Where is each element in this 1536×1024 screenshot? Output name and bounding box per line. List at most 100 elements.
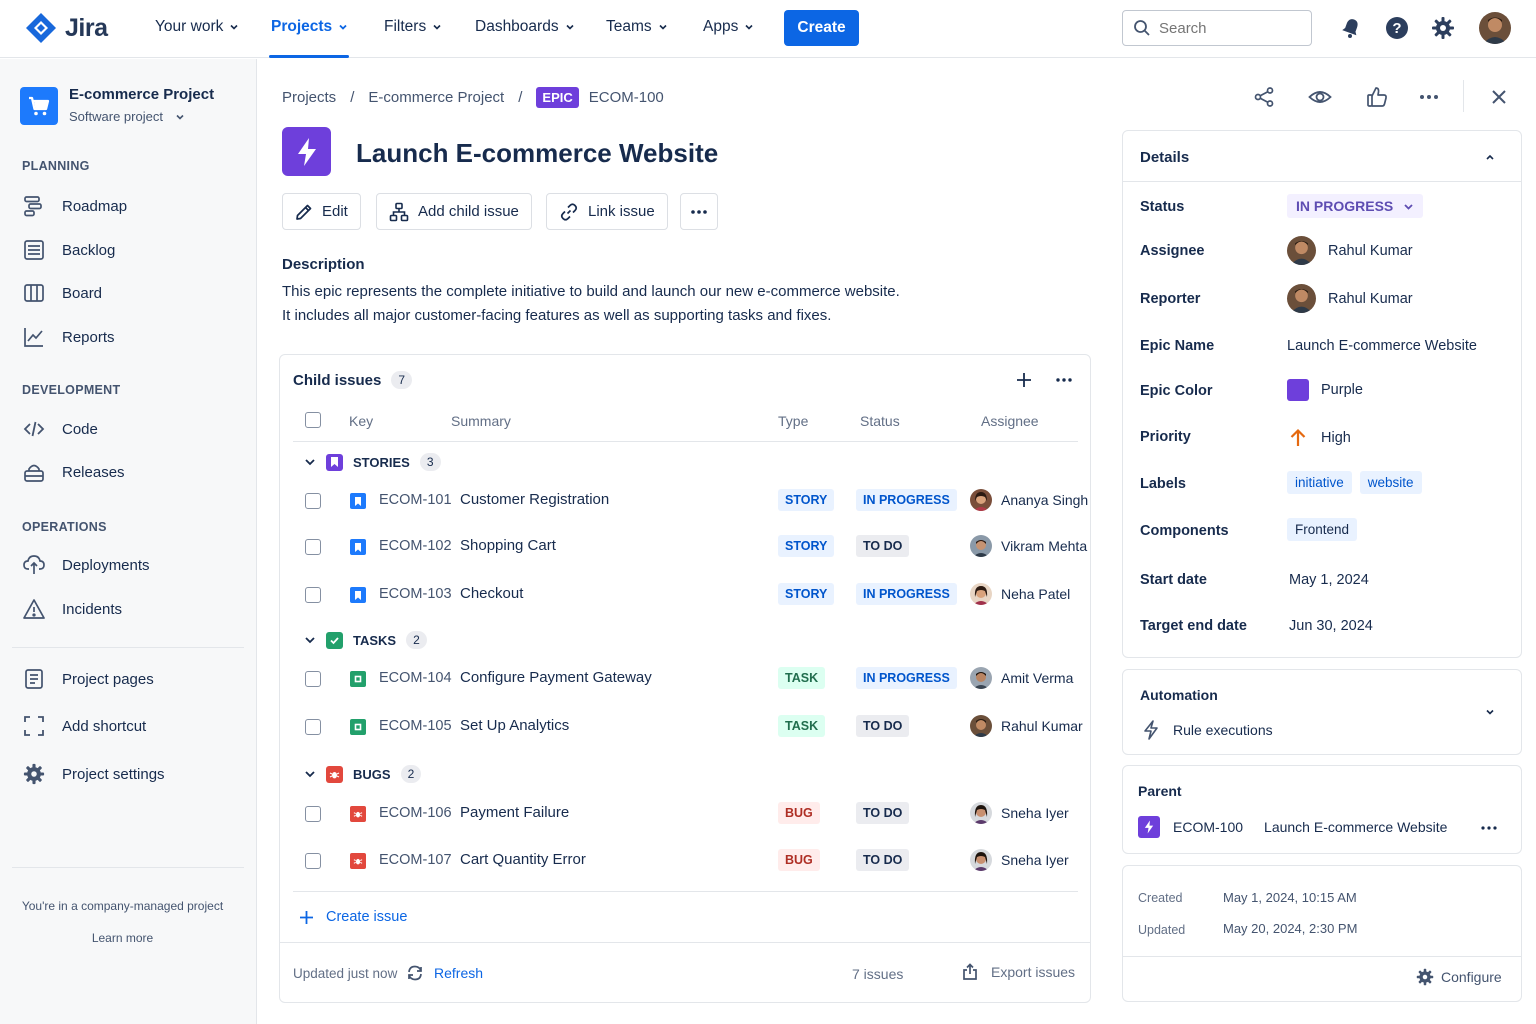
column-type[interactable]: Type	[778, 413, 808, 429]
notifications-icon[interactable]	[1336, 13, 1366, 43]
create-button[interactable]: Create	[784, 10, 859, 46]
jira-logo[interactable]: Jira	[25, 12, 108, 44]
page-title[interactable]: Launch E-commerce Website	[356, 138, 718, 169]
status-dropdown[interactable]: IN PROGRESS	[1287, 194, 1424, 218]
column-status[interactable]: Status	[860, 413, 900, 429]
breadcrumb-projects[interactable]: Projects	[282, 89, 336, 106]
status-lozenge[interactable]: TO DO	[856, 802, 910, 824]
status-lozenge[interactable]: IN PROGRESS	[856, 667, 957, 689]
nav-projects[interactable]: Projects	[271, 18, 348, 36]
breadcrumb-issue-key[interactable]: ECOM-100	[589, 89, 664, 106]
refresh-button[interactable]: Refresh	[406, 964, 483, 982]
row-checkbox[interactable]	[305, 493, 321, 509]
issue-key[interactable]: ECOM-101	[379, 492, 452, 508]
search-input[interactable]	[1159, 19, 1299, 37]
issue-summary[interactable]: Customer Registration	[460, 491, 609, 508]
issue-summary[interactable]: Shopping Cart	[460, 537, 556, 554]
issue-summary[interactable]: Configure Payment Gateway	[460, 669, 652, 686]
nav-your-work[interactable]: Your work	[155, 18, 239, 36]
add-icon[interactable]	[1013, 369, 1035, 391]
sidebar-item-project-pages[interactable]: Project pages	[22, 667, 154, 691]
group-bugs[interactable]: BUGS 2	[304, 765, 422, 783]
row-checkbox[interactable]	[305, 671, 321, 687]
more-icon[interactable]	[1053, 369, 1075, 391]
status-lozenge[interactable]: TO DO	[856, 715, 910, 737]
issue-key[interactable]: ECOM-106	[379, 805, 452, 821]
assignee[interactable]: Sneha Iyer	[970, 802, 1069, 824]
components-field[interactable]: Frontend	[1287, 518, 1358, 541]
issue-key[interactable]: ECOM-107	[379, 852, 452, 868]
table-row[interactable]: ECOM-102 Shopping Cart STORY TO DO Vikra…	[280, 527, 1090, 567]
search-box[interactable]	[1122, 10, 1312, 46]
configure-button[interactable]: Configure	[1416, 968, 1502, 986]
create-issue-button[interactable]: Create issue	[299, 909, 407, 925]
table-row[interactable]: ECOM-107 Cart Quantity Error BUG TO DO S…	[280, 841, 1090, 881]
export-issues-button[interactable]: Export issues	[961, 963, 1075, 981]
issue-key[interactable]: ECOM-103	[379, 586, 452, 602]
like-icon[interactable]	[1364, 84, 1390, 110]
column-key[interactable]: Key	[349, 413, 373, 429]
assignee[interactable]: Rahul Kumar	[970, 715, 1083, 737]
status-lozenge[interactable]: IN PROGRESS	[856, 583, 957, 605]
sidebar-item-add-shortcut[interactable]: Add shortcut	[22, 714, 146, 738]
sidebar-item-project-settings[interactable]: Project settings	[22, 762, 165, 786]
sidebar-item-board[interactable]: Board	[22, 281, 102, 305]
table-row[interactable]: ECOM-101 Customer Registration STORY IN …	[280, 481, 1090, 521]
group-tasks[interactable]: TASKS 2	[304, 631, 427, 649]
priority-field[interactable]: High	[1287, 427, 1351, 449]
sidebar-item-reports[interactable]: Reports	[22, 325, 115, 349]
row-checkbox[interactable]	[305, 587, 321, 603]
column-summary[interactable]: Summary	[451, 413, 511, 429]
parent-issue[interactable]: ECOM-100 Launch E-commerce Website	[1138, 816, 1447, 838]
sidebar-item-roadmap[interactable]: Roadmap	[22, 194, 127, 218]
epic-name-value[interactable]: Launch E-commerce Website	[1287, 338, 1477, 354]
table-row[interactable]: ECOM-106 Payment Failure BUG TO DO Sneha…	[280, 794, 1090, 834]
table-row[interactable]: ECOM-103 Checkout STORY IN PROGRESS Neha…	[280, 575, 1090, 615]
nav-filters[interactable]: Filters	[384, 18, 442, 36]
issue-summary[interactable]: Set Up Analytics	[460, 717, 569, 734]
more-actions-button[interactable]	[680, 193, 718, 230]
sidebar-item-releases[interactable]: Releases	[22, 460, 125, 484]
status-lozenge[interactable]: TO DO	[856, 535, 910, 557]
automation-panel[interactable]: Automation Rule executions	[1122, 669, 1522, 755]
issue-key[interactable]: ECOM-104	[379, 670, 452, 686]
select-all-checkbox[interactable]	[305, 412, 321, 428]
issue-summary[interactable]: Payment Failure	[460, 804, 569, 821]
row-checkbox[interactable]	[305, 539, 321, 555]
assignee-field[interactable]: Rahul Kumar	[1287, 236, 1413, 265]
row-checkbox[interactable]	[305, 806, 321, 822]
edit-button[interactable]: Edit	[282, 193, 361, 230]
start-date-value[interactable]: May 1, 2024	[1289, 572, 1369, 588]
row-checkbox[interactable]	[305, 719, 321, 735]
issue-key[interactable]: ECOM-105	[379, 718, 452, 734]
row-checkbox[interactable]	[305, 853, 321, 869]
assignee[interactable]: Sneha Iyer	[970, 849, 1069, 871]
labels-field[interactable]: initiative website	[1287, 471, 1422, 494]
sidebar-item-code[interactable]: Code	[22, 417, 98, 441]
status-lozenge[interactable]: TO DO	[856, 849, 910, 871]
epic-color-field[interactable]: Purple	[1287, 379, 1363, 401]
nav-teams[interactable]: Teams	[606, 18, 668, 36]
issue-summary[interactable]: Cart Quantity Error	[460, 851, 586, 868]
label-pill[interactable]: website	[1359, 471, 1422, 494]
reporter-field[interactable]: Rahul Kumar	[1287, 284, 1413, 313]
share-icon[interactable]	[1251, 84, 1277, 110]
assignee[interactable]: Neha Patel	[970, 583, 1070, 605]
more-icon[interactable]	[1479, 818, 1499, 838]
rule-executions-item[interactable]: Rule executions	[1142, 720, 1273, 740]
nav-apps[interactable]: Apps	[703, 18, 754, 36]
settings-icon[interactable]	[1428, 13, 1458, 43]
chevron-up-icon[interactable]	[1483, 150, 1497, 164]
end-date-value[interactable]: Jun 30, 2024	[1289, 618, 1373, 634]
component-pill[interactable]: Frontend	[1287, 518, 1358, 541]
project-type-dropdown[interactable]: Software project	[69, 109, 185, 124]
issue-summary[interactable]: Checkout	[460, 585, 523, 602]
close-icon[interactable]	[1486, 84, 1512, 110]
help-icon[interactable]: ?	[1382, 13, 1412, 43]
group-stories[interactable]: STORIES 3	[304, 453, 441, 471]
table-row[interactable]: ECOM-104 Configure Payment Gateway TASK …	[280, 659, 1090, 699]
chevron-down-icon[interactable]	[1483, 705, 1497, 719]
user-avatar[interactable]	[1479, 12, 1511, 44]
breadcrumb-project[interactable]: E-commerce Project	[368, 89, 504, 106]
more-icon[interactable]	[1416, 84, 1442, 110]
